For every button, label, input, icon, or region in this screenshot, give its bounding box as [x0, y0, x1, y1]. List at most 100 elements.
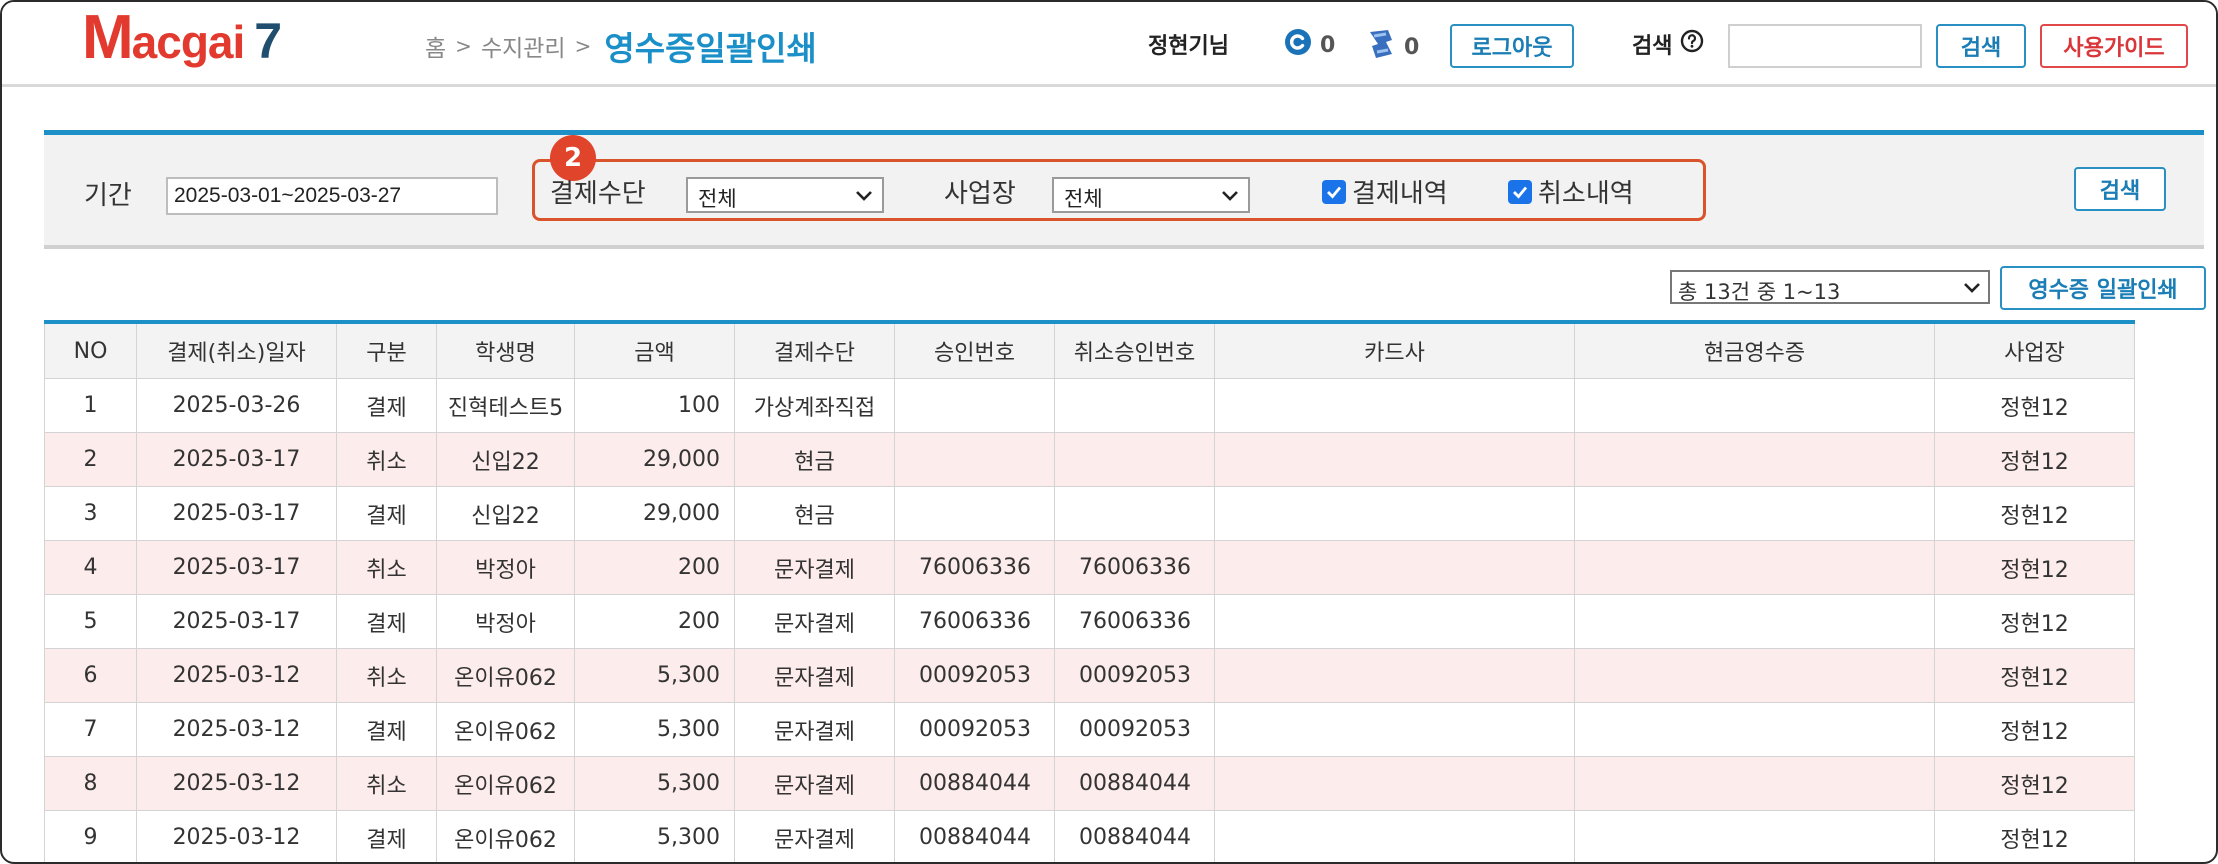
question-circle-icon[interactable]: [1672, 29, 1704, 59]
breadcrumb-separator: >: [574, 34, 592, 58]
student-name-cell: 신입22: [436, 486, 575, 541]
branch-cell: 정현12: [1934, 486, 2135, 541]
payment-method-value: 전체: [698, 187, 737, 211]
coin-stat[interactable]: 0: [1284, 28, 1335, 62]
card-company-cell: [1214, 648, 1575, 703]
amount-cell: 5,300: [574, 756, 735, 811]
payment-method-cell: 현금: [734, 432, 895, 487]
cash-receipt-cell: [1574, 486, 1935, 541]
approval-number-cell: [894, 432, 1055, 487]
type-cell: 결제: [336, 702, 437, 757]
approval-number-cell: 00884044: [894, 756, 1055, 811]
no-cell: 4: [44, 540, 137, 595]
checkmark-icon: [1508, 179, 1532, 204]
no-cell: 8: [44, 756, 137, 811]
payment-method-cell: 문자결제: [734, 756, 895, 811]
table-row[interactable]: 7 2025-03-12 결제 온이유062 5,300 문자결제 00092053 0009…: [44, 702, 2135, 757]
amount-cell: 5,300: [574, 648, 735, 703]
logo-m: M: [82, 3, 134, 72]
cash-receipt-cell: [1574, 594, 1935, 649]
amount-cell: 29,000: [574, 432, 735, 487]
page-title: 영수증일괄인쇄: [604, 29, 817, 68]
cancel-history-checkbox[interactable]: 취소내역: [1508, 173, 1634, 210]
no-cell: 6: [44, 648, 137, 703]
payment-method-cell: 가상계좌직접: [734, 378, 895, 433]
branch-select[interactable]: 전체: [1052, 177, 1250, 213]
type-cell: 결제: [336, 594, 437, 649]
table-row[interactable]: 1 2025-03-26 결제 진혁테스트5 100 가상계좌직접 정현12: [44, 378, 2135, 433]
logout-button[interactable]: 로그아웃: [1450, 24, 1574, 68]
header-search-label: 검색: [1632, 28, 1704, 60]
header-search-input[interactable]: [1728, 24, 1922, 68]
chevron-down-icon: [1962, 277, 1982, 302]
period-label: 기간: [84, 181, 132, 211]
column-header: 사업장: [1934, 321, 2135, 379]
amount-cell: 29,000: [574, 486, 735, 541]
table-row[interactable]: 2 2025-03-17 취소 신입22 29,000 현금 정현12: [44, 432, 2135, 487]
card-company-cell: [1214, 756, 1575, 811]
table-row[interactable]: 9 2025-03-12 결제 온이유062 5,300 문자결제 00884044 0088…: [44, 810, 2135, 862]
date-cell: 2025-03-17: [136, 486, 337, 541]
type-cell: 취소: [336, 432, 437, 487]
ticket-stat[interactable]: 0: [1366, 28, 1419, 66]
no-cell: 5: [44, 594, 137, 649]
column-header: 금액: [574, 321, 735, 379]
table-row[interactable]: 8 2025-03-12 취소 온이유062 5,300 문자결제 00884044 0088…: [44, 756, 2135, 811]
branch-cell: 정현12: [1934, 378, 2135, 433]
payment-history-checkbox[interactable]: 결제내역: [1322, 173, 1448, 210]
student-name-cell: 온이유062: [436, 810, 575, 862]
branch-cell: 정현12: [1934, 594, 2135, 649]
receipt-table: NO 결제(취소)일자 구분 학생명 금액 결제수단 승인번호 취소승인번호 카…: [44, 320, 2135, 862]
cancel-approval-number-cell: [1054, 486, 1215, 541]
amount-cell: 100: [574, 378, 735, 433]
column-header: 현금영수증: [1574, 321, 1935, 379]
table-row[interactable]: 6 2025-03-12 취소 온이유062 5,300 문자결제 00092053 0009…: [44, 648, 2135, 703]
branch-cell: 정현12: [1934, 756, 2135, 811]
chevron-down-icon: [854, 185, 874, 210]
table-row[interactable]: 4 2025-03-17 취소 박정아 200 문자결제 76006336 76006336 정…: [44, 540, 2135, 595]
user-guide-button[interactable]: 사용가이드: [2040, 24, 2188, 68]
macgai-logo[interactable]: M acgai 7: [82, 2, 282, 72]
bulk-print-button[interactable]: 영수증 일괄인쇄: [2000, 266, 2206, 310]
table-body: 1 2025-03-26 결제 진혁테스트5 100 가상계좌직접 정현12 2 2025-03…: [44, 378, 2135, 862]
period-input[interactable]: [166, 177, 498, 215]
approval-number-cell: [894, 486, 1055, 541]
column-header: 결제(취소)일자: [136, 321, 337, 379]
no-cell: 3: [44, 486, 137, 541]
date-cell: 2025-03-17: [136, 432, 337, 487]
column-header: 구분: [336, 321, 437, 379]
filter-panel: 기간 2 결제수단 전체 사업장 전체 결제내역: [44, 130, 2204, 249]
type-cell: 취소: [336, 648, 437, 703]
breadcrumb-home[interactable]: 홈: [425, 29, 446, 63]
branch-value: 전체: [1064, 187, 1103, 211]
breadcrumb-parent[interactable]: 수지관리: [481, 29, 566, 63]
card-company-cell: [1214, 594, 1575, 649]
table-row[interactable]: 3 2025-03-17 결제 신입22 29,000 현금 정현12: [44, 486, 2135, 541]
approval-number-cell: 00092053: [894, 648, 1055, 703]
logo-version: 7: [254, 13, 283, 69]
payment-method-cell: 문자결제: [734, 810, 895, 862]
header-search-button[interactable]: 검색: [1936, 24, 2026, 68]
type-cell: 결제: [336, 378, 437, 433]
ticket-count: 0: [1404, 34, 1420, 60]
branch-cell: 정현12: [1934, 648, 2135, 703]
page-range-select[interactable]: 총 13건 중 1~13: [1670, 270, 1990, 304]
coin-c-icon: [1284, 28, 1320, 62]
student-name-cell: 진혁테스트5: [436, 378, 575, 433]
branch-cell: 정현12: [1934, 810, 2135, 862]
cancel-approval-number-cell: [1054, 432, 1215, 487]
payment-method-select[interactable]: 전체: [686, 177, 884, 213]
cash-receipt-cell: [1574, 378, 1935, 433]
amount-cell: 200: [574, 540, 735, 595]
filter-search-button[interactable]: 검색: [2074, 167, 2166, 211]
column-header: 학생명: [436, 321, 575, 379]
cash-receipt-cell: [1574, 756, 1935, 811]
student-name-cell: 온이유062: [436, 648, 575, 703]
search-label-text: 검색: [1632, 34, 1673, 59]
card-company-cell: [1214, 540, 1575, 595]
cancel-approval-number-cell: 00884044: [1054, 810, 1215, 862]
type-cell: 결제: [336, 810, 437, 862]
coin-count: 0: [1320, 32, 1336, 58]
table-row[interactable]: 5 2025-03-17 결제 박정아 200 문자결제 76006336 76006336 정…: [44, 594, 2135, 649]
type-cell: 결제: [336, 486, 437, 541]
